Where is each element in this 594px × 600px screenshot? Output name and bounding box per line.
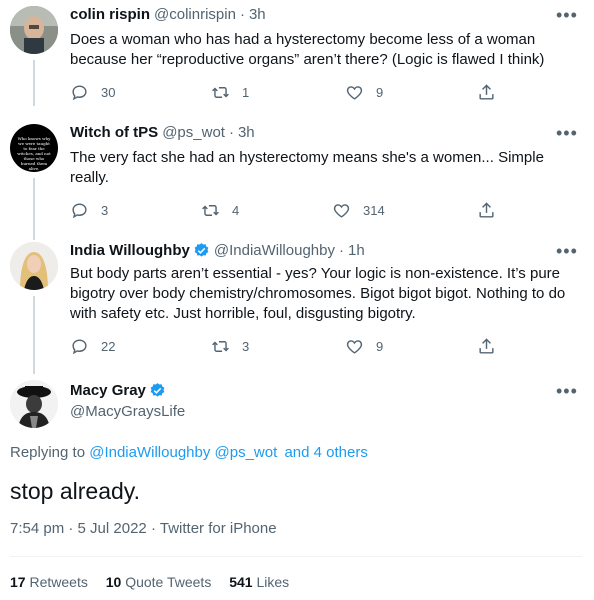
retweets-stat[interactable]: 17 Retweets [10, 574, 88, 590]
like-button[interactable]: 314 [332, 199, 385, 221]
thread-line [33, 296, 35, 374]
like-icon [346, 339, 363, 354]
more-icon[interactable]: ••• [556, 382, 577, 404]
tweet-text: But body parts aren’t essential - yes? Y… [70, 265, 566, 322]
avatar[interactable] [10, 6, 58, 54]
main-tweet-text: stop already. [10, 478, 140, 504]
like-count: 314 [363, 202, 385, 218]
author-handle[interactable]: @colinrispin [154, 6, 236, 23]
reply-button[interactable]: 30 [70, 81, 115, 103]
share-icon [479, 83, 494, 100]
more-icon[interactable]: ••• [556, 6, 577, 28]
retweet-icon [212, 86, 229, 98]
verified-icon [150, 383, 165, 397]
more-icon[interactable]: ••• [556, 242, 577, 264]
tweet-source[interactable]: Twitter for iPhone [160, 520, 277, 537]
avatar-quote-text: Who knows why we were taught to fear the… [17, 136, 51, 171]
share-icon [479, 201, 494, 218]
avatar[interactable]: Who knows why we were taught to fear the… [10, 124, 58, 172]
tweet-actions: 22 3 9 [70, 335, 510, 357]
retweet-icon [202, 204, 219, 216]
timestamp[interactable]: 1h [348, 242, 365, 259]
author-handle[interactable]: @ps_wot [162, 124, 225, 141]
replying-to: Replying to @IndiaWilloughby @ps_wot and… [10, 444, 368, 461]
reply-count: 22 [101, 338, 116, 354]
avatar[interactable] [10, 380, 58, 428]
retweet-count: 3 [242, 338, 250, 354]
avatar[interactable] [10, 242, 58, 290]
like-icon [333, 203, 350, 218]
retweet-button[interactable]: 4 [201, 199, 239, 221]
author-name[interactable]: Macy Gray [70, 382, 146, 399]
author-name[interactable]: India Willoughby [70, 242, 190, 259]
reply-mention-witch[interactable]: @ps_wot [215, 444, 278, 461]
share-button[interactable] [477, 335, 496, 357]
reply-icon [72, 84, 87, 100]
share-button[interactable] [477, 81, 496, 103]
like-button[interactable]: 9 [345, 81, 383, 103]
separator-dot: · [228, 124, 234, 141]
retweet-icon [212, 340, 229, 352]
author-name[interactable]: Witch of tPS [70, 124, 158, 141]
author-handle[interactable]: @MacyGraysLife [70, 403, 185, 420]
share-button[interactable] [477, 199, 496, 221]
retweet-button[interactable]: 1 [211, 81, 249, 103]
retweet-count: 1 [242, 84, 250, 100]
tweet-time[interactable]: 7:54 pm [10, 520, 64, 537]
separator-dot: · [338, 242, 344, 259]
more-icon[interactable]: ••• [556, 124, 577, 146]
retweet-count: 4 [232, 202, 240, 218]
reply-count: 3 [101, 202, 109, 218]
reply-icon [72, 338, 87, 354]
verified-icon [194, 243, 209, 257]
reply-button[interactable]: 22 [70, 335, 115, 357]
separator-dot: · [239, 6, 245, 23]
tweet-date[interactable]: 5 Jul 2022 [78, 520, 147, 537]
likes-stat[interactable]: 541 Likes [229, 574, 289, 590]
tweet-actions: 3 4 314 [70, 199, 510, 221]
author-handle[interactable]: @IndiaWilloughby [214, 242, 335, 259]
timestamp[interactable]: 3h [238, 124, 255, 141]
divider [10, 556, 582, 557]
thread-line [33, 178, 35, 240]
reply-mention-india[interactable]: @IndiaWilloughby [89, 444, 210, 461]
reply-count: 30 [101, 84, 116, 100]
thread-line [33, 60, 35, 106]
author-name[interactable]: colin rispin [70, 6, 150, 23]
tweet-actions: 30 1 9 [70, 81, 510, 103]
like-button[interactable]: 9 [345, 335, 383, 357]
like-count: 9 [376, 84, 384, 100]
share-icon [479, 337, 494, 354]
retweet-button[interactable]: 3 [211, 335, 249, 357]
like-icon [346, 85, 363, 100]
replying-label: Replying to [10, 444, 86, 461]
reply-icon [72, 202, 87, 218]
reply-button[interactable]: 3 [70, 199, 108, 221]
timestamp[interactable]: 3h [249, 6, 266, 23]
tweet-meta: 7:54 pm · 5 Jul 2022 · Twitter for iPhon… [10, 520, 277, 537]
tweet-text: Does a woman who has had a hysterectomy … [70, 31, 545, 68]
quotes-stat[interactable]: 10 Quote Tweets [106, 574, 212, 590]
engagement-stats: 17 Retweets 10 Quote Tweets 541 Likes [10, 574, 303, 590]
like-count: 9 [376, 338, 384, 354]
tweet-text: The very fact she had an hysterectomy me… [70, 149, 544, 186]
reply-mention-others[interactable]: and 4 others [284, 444, 367, 461]
